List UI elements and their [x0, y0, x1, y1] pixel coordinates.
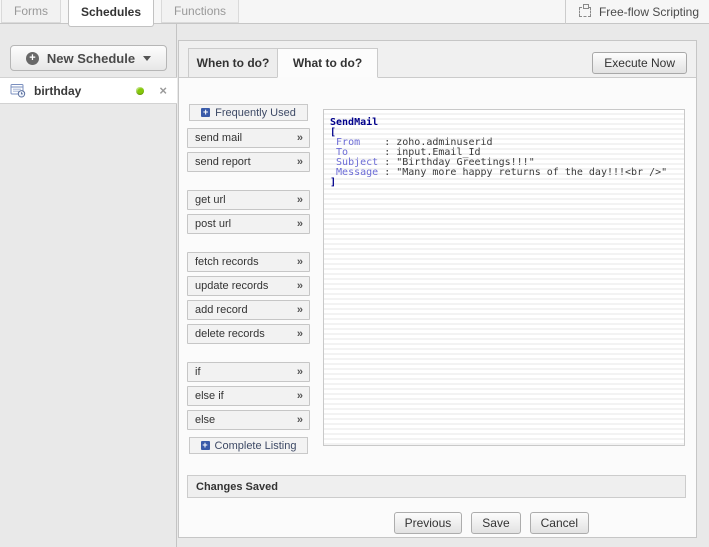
free-flow-scripting-label: Free-flow Scripting	[599, 5, 699, 19]
sidebar: + New Schedule birthday ×	[0, 24, 177, 547]
action-button-label: post url	[195, 218, 231, 230]
action-group: get url » post url »	[187, 190, 310, 234]
action-button-label: fetch records	[195, 256, 259, 268]
action-button-get-url[interactable]: get url »	[187, 190, 310, 210]
action-button-label: add record	[195, 304, 248, 316]
action-button-label: update records	[195, 280, 268, 292]
action-button-send-mail[interactable]: send mail »	[187, 128, 310, 148]
new-schedule-label: New Schedule	[47, 51, 135, 66]
action-button-add-record[interactable]: add record »	[187, 300, 310, 320]
action-button-else[interactable]: else »	[187, 410, 310, 430]
action-button-label: if	[195, 366, 201, 378]
panel-tab-bar: When to do? What to do? Execute Now	[179, 41, 696, 78]
plus-square-icon: +	[201, 108, 210, 117]
double-chevron-icon: »	[297, 132, 302, 144]
action-button-fetch-records[interactable]: fetch records »	[187, 252, 310, 272]
double-chevron-icon: »	[297, 194, 302, 206]
plus-square-icon: +	[201, 441, 210, 450]
complete-listing-label: Complete Listing	[215, 440, 297, 452]
chevron-down-icon	[143, 56, 151, 61]
code-line: Message : "Many more happy returns of th…	[330, 168, 678, 178]
footer-buttons: Previous Save Cancel	[179, 512, 589, 534]
sidebar-item-birthday[interactable]: birthday ×	[0, 77, 177, 104]
execute-now-button[interactable]: Execute Now	[592, 52, 687, 74]
double-chevron-icon: »	[297, 256, 302, 268]
schedule-icon	[10, 83, 26, 98]
main-panel: When to do? What to do? Execute Now + Fr…	[178, 40, 697, 538]
script-editor[interactable]: SendMail[ From : zoho.adminuserid To : i…	[323, 109, 685, 446]
status-bar: Changes Saved	[187, 475, 686, 498]
save-button[interactable]: Save	[471, 512, 520, 534]
close-icon[interactable]: ×	[159, 86, 167, 96]
tab-forms[interactable]: Forms	[1, 0, 61, 23]
action-button-post-url[interactable]: post url »	[187, 214, 310, 234]
plus-circle-icon: +	[26, 52, 39, 65]
action-button-groups: send mail»send report»get url»post url»f…	[187, 128, 310, 430]
free-flow-scripting-icon	[579, 7, 591, 17]
double-chevron-icon: »	[297, 390, 302, 402]
action-button-label: send report	[195, 156, 251, 168]
action-button-label: send mail	[195, 132, 242, 144]
action-button-label: delete records	[195, 328, 265, 340]
double-chevron-icon: »	[297, 414, 302, 426]
new-schedule-button[interactable]: + New Schedule	[10, 45, 167, 71]
double-chevron-icon: »	[297, 280, 302, 292]
double-chevron-icon: »	[297, 218, 302, 230]
action-button-label: else if	[195, 390, 224, 402]
frequently-used-button[interactable]: + Frequently Used	[189, 104, 308, 121]
double-chevron-icon: »	[297, 366, 302, 378]
tab-what-to-do[interactable]: What to do?	[277, 48, 378, 78]
action-button-if[interactable]: if »	[187, 362, 310, 382]
action-group: if » else if » else »	[187, 362, 310, 430]
free-flow-scripting-button[interactable]: Free-flow Scripting	[565, 0, 709, 24]
frequently-used-label: Frequently Used	[215, 107, 296, 119]
action-button-else-if[interactable]: else if »	[187, 386, 310, 406]
script-code: SendMail[ From : zoho.adminuserid To : i…	[330, 118, 678, 188]
tab-functions[interactable]: Functions	[161, 0, 239, 23]
code-line: SendMail	[330, 118, 678, 128]
tab-when-to-do[interactable]: When to do?	[188, 48, 278, 78]
tab-schedules[interactable]: Schedules	[68, 0, 154, 27]
double-chevron-icon: »	[297, 156, 302, 168]
top-bar: Forms Schedules Functions Free-flow Scri…	[0, 0, 709, 24]
complete-listing-button[interactable]: + Complete Listing	[189, 437, 308, 454]
action-group: send mail » send report »	[187, 128, 310, 172]
schedule-item-label: birthday	[34, 84, 128, 98]
action-button-send-report[interactable]: send report »	[187, 152, 310, 172]
action-button-delete-records[interactable]: delete records »	[187, 324, 310, 344]
action-button-label: else	[195, 414, 215, 426]
cancel-button[interactable]: Cancel	[530, 512, 589, 534]
code-line: ]	[330, 178, 678, 188]
status-text: Changes Saved	[196, 481, 278, 493]
double-chevron-icon: »	[297, 328, 302, 340]
action-group: fetch records » update records » add record »…	[187, 252, 310, 344]
action-button-label: get url	[195, 194, 226, 206]
active-status-dot	[136, 87, 144, 95]
double-chevron-icon: »	[297, 304, 302, 316]
previous-button[interactable]: Previous	[394, 512, 463, 534]
script-actions-column: + Frequently Used send mail » send report »…	[187, 104, 310, 461]
action-button-update-records[interactable]: update records »	[187, 276, 310, 296]
